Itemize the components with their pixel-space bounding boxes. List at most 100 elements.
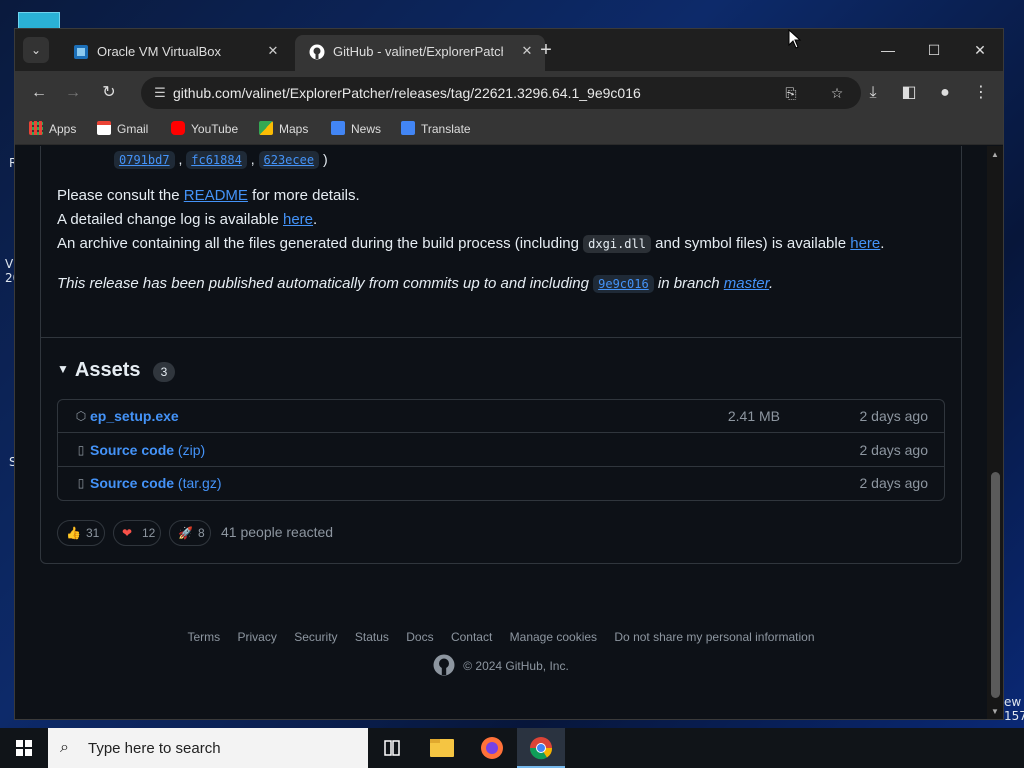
bookmark-apps[interactable]: Apps [29, 121, 76, 141]
windows-taskbar: ⌕ Type here to search [0, 728, 1024, 768]
dxgi-code: dxgi.dll [583, 235, 651, 253]
new-tab-button[interactable]: + [535, 39, 557, 61]
tab-virtualbox[interactable]: Oracle VM VirtualBox ✕ [59, 35, 291, 71]
footer-link[interactable]: Status [355, 630, 389, 644]
site-info-icon[interactable]: ☰ [151, 84, 169, 102]
address-bar[interactable]: ☰ github.com/valinet/ExplorerPatcher/rel… [141, 77, 861, 109]
bookmark-maps[interactable]: Maps [259, 121, 308, 141]
asset-size: 2.41 MB [727, 408, 780, 424]
asset-link[interactable]: Source code (zip) [90, 442, 205, 458]
install-app-icon[interactable]: ⎘ [781, 83, 801, 103]
rocket-icon: 🚀 [178, 526, 193, 540]
reaction-thumbs-up[interactable]: 👍 31 [57, 520, 105, 546]
package-icon: ⬡ [75, 409, 87, 423]
assets-count-badge: 3 [153, 362, 175, 382]
footer-link[interactable]: Manage cookies [510, 630, 597, 644]
asset-date: 2 days ago [859, 408, 929, 424]
close-icon[interactable]: ✕ [263, 41, 283, 61]
chrome-button[interactable] [517, 728, 565, 768]
commit-link[interactable]: fc61884 [186, 151, 247, 169]
readme-line: Please consult the README for more detai… [57, 187, 360, 204]
tab-search-button[interactable]: ⌄ [23, 37, 49, 63]
bookmark-translate[interactable]: Translate [401, 121, 471, 141]
folder-icon [430, 739, 454, 757]
search-placeholder: Type here to search [88, 740, 221, 757]
thumbs-up-icon: 👍 [66, 526, 81, 540]
footer-copyright: © 2024 GitHub, Inc. [15, 654, 987, 676]
commit-link[interactable]: 0791bd7 [114, 151, 175, 169]
github-icon [309, 44, 325, 60]
footer-link[interactable]: Security [294, 630, 337, 644]
windows-start-icon[interactable] [0, 728, 48, 768]
youtube-icon [171, 121, 185, 135]
github-logo-icon[interactable] [433, 654, 455, 676]
bookmark-youtube[interactable]: YouTube [171, 121, 238, 141]
task-view-icon [384, 740, 400, 756]
footer-link[interactable]: Docs [406, 630, 433, 644]
bookmark-news[interactable]: News [331, 121, 381, 141]
footer-link[interactable]: Do not share my personal information [614, 630, 814, 644]
file-zip-icon: ▯ [77, 476, 85, 490]
task-view-button[interactable] [368, 728, 416, 768]
footer-link[interactable]: Contact [451, 630, 492, 644]
menu-kebab-icon[interactable]: ⋮ [967, 79, 995, 107]
asset-row: ▯ Source code (tar.gz) 2 days ago [58, 467, 944, 500]
apps-grid-icon [29, 121, 43, 135]
scrollbar-thumb[interactable] [991, 472, 1000, 698]
reaction-heart[interactable]: ❤ 12 [113, 520, 161, 546]
assets-list: ⬡ ep_setup.exe 2.41 MB 2 days ago ▯ Sour… [57, 399, 945, 501]
bookmark-star-icon[interactable]: ☆ [827, 83, 847, 103]
asset-row: ⬡ ep_setup.exe 2.41 MB 2 days ago [58, 400, 944, 433]
assets-toggle[interactable]: ▼ Assets [57, 359, 141, 382]
archive-line: An archive containing all the files gene… [57, 235, 885, 253]
desktop-text: ew [1004, 695, 1022, 709]
forward-icon[interactable]: → [59, 79, 87, 107]
caret-down-icon: ▼ [57, 362, 69, 376]
bookmark-gmail[interactable]: Gmail [97, 121, 148, 141]
tab-label: GitHub - valinet/ExplorerPatche [333, 44, 503, 59]
heart-icon: ❤ [122, 526, 133, 540]
minimize-button[interactable]: — [865, 35, 911, 65]
browser-window: ⌄ Oracle VM VirtualBox ✕ GitHub - valine… [14, 28, 1004, 720]
tab-label: Oracle VM VirtualBox [97, 44, 222, 59]
tab-github[interactable]: GitHub - valinet/ExplorerPatche ✕ [295, 35, 545, 71]
chrome-icon [529, 737, 553, 760]
scroll-down-icon[interactable]: ▼ [990, 707, 1000, 717]
gmail-icon [97, 121, 111, 135]
archive-link[interactable]: here [850, 235, 880, 252]
page-scrollbar[interactable]: ▲ ▼ [987, 146, 1003, 719]
download-icon[interactable]: ⤓ [859, 79, 887, 107]
url-text[interactable]: github.com/valinet/ExplorerPatcher/relea… [173, 85, 641, 101]
auto-publish-line: This release has been published automati… [57, 275, 774, 293]
asset-link[interactable]: ep_setup.exe [90, 408, 179, 424]
maximize-button[interactable]: ☐ [911, 35, 957, 65]
reacted-summary: 41 people reacted [221, 524, 334, 540]
reload-icon[interactable]: ↻ [95, 79, 123, 107]
commit-link[interactable]: 623ecee [258, 151, 320, 169]
file-explorer-button[interactable] [418, 728, 466, 768]
profile-icon[interactable]: ● [931, 79, 959, 107]
search-icon: ⌕ [60, 739, 69, 756]
side-panel-icon[interactable]: ◧ [895, 79, 923, 107]
browser-toolbar: ← → ↻ ☰ github.com/valinet/ExplorerPatch… [15, 71, 1003, 115]
footer-link[interactable]: Privacy [238, 630, 277, 644]
changelog-line: A detailed change log is available here. [57, 211, 318, 228]
close-window-button[interactable]: ✕ [957, 35, 1003, 65]
asset-link[interactable]: Source code (tar.gz) [90, 475, 222, 491]
firefox-button[interactable] [468, 728, 516, 768]
commit-link[interactable]: 9e9c016 [593, 275, 654, 293]
scroll-up-icon[interactable]: ▲ [990, 150, 1000, 160]
reaction-rocket[interactable]: 🚀 8 [169, 520, 211, 546]
file-zip-icon: ▯ [77, 443, 85, 457]
bookmarks-bar: Apps Gmail YouTube Maps News Translate [15, 115, 1003, 145]
back-icon[interactable]: ← [25, 79, 53, 107]
mouse-cursor-icon [788, 29, 802, 49]
translate-icon [401, 121, 415, 135]
readme-link[interactable]: README [184, 187, 248, 204]
footer-link[interactable]: Terms [187, 630, 220, 644]
close-icon[interactable]: ✕ [517, 41, 537, 61]
taskbar-search-box[interactable]: ⌕ Type here to search [48, 728, 368, 768]
release-card: 0791bd7 , fc61884 , 623ecee ) Please con… [40, 146, 962, 564]
branch-link[interactable]: master [724, 275, 769, 292]
changelog-link[interactable]: here [283, 211, 313, 228]
